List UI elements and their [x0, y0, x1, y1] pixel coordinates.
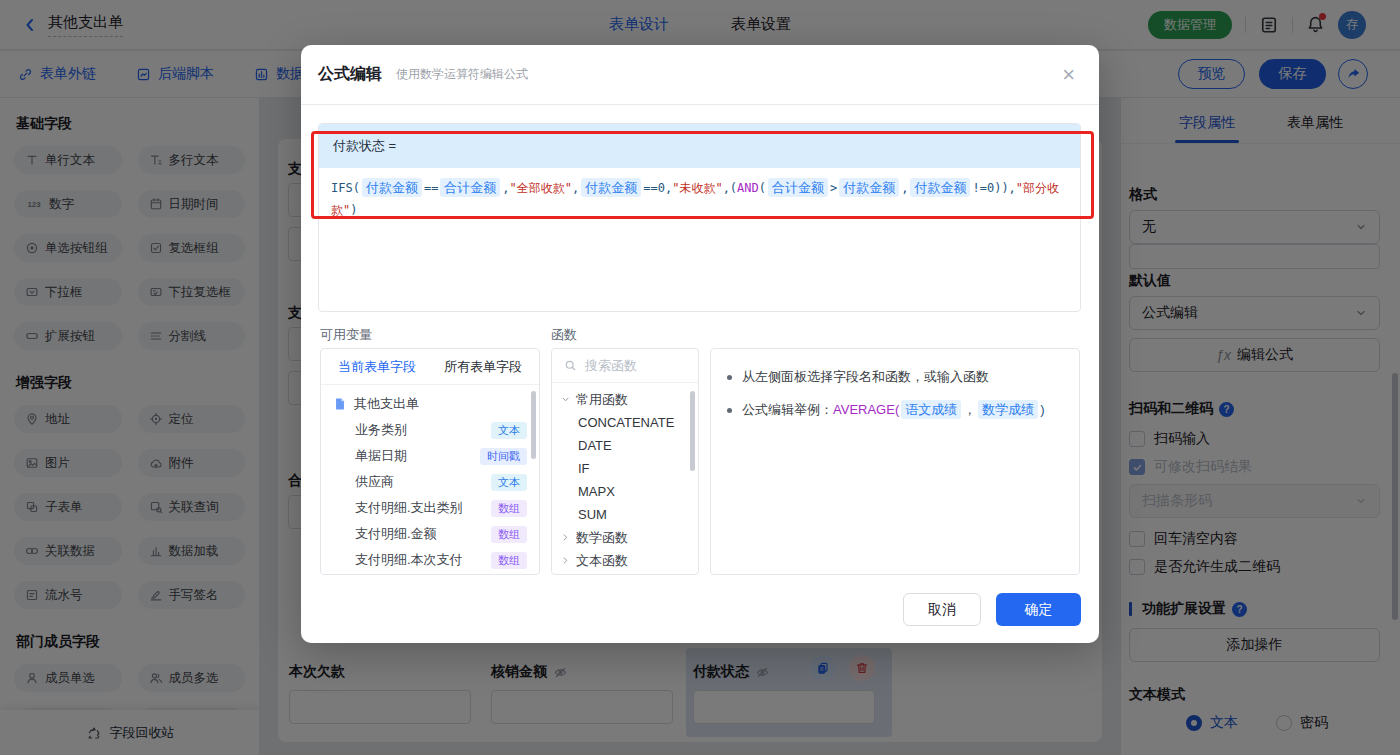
field-token[interactable]: 付款金额	[362, 178, 422, 197]
field-token[interactable]: 付款金额	[910, 178, 970, 197]
function-group[interactable]: 文本函数	[552, 549, 698, 572]
modal-title: 公式编辑	[318, 64, 382, 85]
field-token[interactable]: 合计金额	[768, 178, 828, 197]
tree-item[interactable]: 支付明细.金额数组	[321, 521, 539, 547]
formula-expression[interactable]: IFS(付款金额==合计金额,"全部收款",付款金额==0,"未收款",(AND…	[319, 168, 1080, 230]
variables-tab-0[interactable]: 当前表单字段	[338, 358, 416, 376]
close-icon[interactable]: ×	[1062, 64, 1075, 86]
functions-label: 函数	[551, 326, 577, 344]
function-group[interactable]: 常用函数	[552, 388, 698, 411]
tree-item[interactable]: 业务类别文本	[321, 417, 539, 443]
type-tag: 数组	[491, 552, 527, 569]
function-item[interactable]: CONCATENATE	[552, 411, 698, 434]
tree-item[interactable]: 单据日期时间戳	[321, 443, 539, 469]
tree-item[interactable]: 支付明细.支出类别数组	[321, 495, 539, 521]
variables-tab-1[interactable]: 所有表单字段	[444, 358, 522, 376]
tip-line: 从左侧面板选择字段名和函数，或输入函数	[727, 367, 1063, 387]
formula-edit-modal: 公式编辑 使用数学运算符编辑公式 × 付款状态 = IFS(付款金额==合计金额…	[301, 45, 1099, 643]
tip-example-line: 公式编辑举例：AVERAGE(语文成绩，数学成绩)	[727, 400, 1063, 420]
search-placeholder: 搜索函数	[585, 357, 637, 375]
chevron-right-icon	[560, 555, 571, 566]
tree-item[interactable]: 支付明细.本次支付数组	[321, 547, 539, 573]
type-tag: 文本	[491, 422, 527, 439]
function-item[interactable]: IF	[552, 457, 698, 480]
formula-editor[interactable]: 付款状态 = IFS(付款金额==合计金额,"全部收款",付款金额==0,"未收…	[318, 123, 1081, 312]
type-tag: 数组	[491, 500, 527, 517]
variables-panel: 当前表单字段所有表单字段 其他支出单业务类别文本单据日期时间戳供应商文本支付明细…	[320, 348, 540, 575]
tree-item[interactable]: 供应商文本	[321, 469, 539, 495]
variables-label: 可用变量	[320, 326, 372, 344]
function-search[interactable]: 搜索函数	[552, 349, 698, 383]
field-token[interactable]: 付款金额	[839, 178, 899, 197]
type-tag: 数组	[491, 526, 527, 543]
cancel-button[interactable]: 取消	[903, 593, 981, 626]
search-icon	[564, 359, 577, 372]
function-item[interactable]: SUM	[552, 503, 698, 526]
field-token[interactable]: 合计金额	[440, 178, 500, 197]
chevron-right-icon	[560, 532, 571, 543]
modal-subtitle: 使用数学运算符编辑公式	[396, 66, 528, 83]
type-tag: 时间戳	[480, 448, 527, 465]
tips-panel: 从左侧面板选择字段名和函数，或输入函数 公式编辑举例：AVERAGE(语文成绩，…	[710, 348, 1080, 575]
variables-scrollbar[interactable]	[531, 391, 536, 459]
tree-root[interactable]: 其他支出单	[321, 391, 539, 417]
formula-target-line: 付款状态 =	[319, 124, 1080, 168]
confirm-button[interactable]: 确定	[996, 593, 1081, 626]
function-item[interactable]: MAPX	[552, 480, 698, 503]
type-tag: 文本	[491, 474, 527, 491]
functions-panel: 搜索函数 常用函数CONCATENATEDATEIFMAPXSUM数学函数文本函…	[551, 348, 699, 575]
functions-scrollbar[interactable]	[690, 391, 695, 471]
file-icon	[333, 397, 347, 411]
chevron-down-icon	[560, 394, 571, 405]
function-item[interactable]: DATE	[552, 434, 698, 457]
field-token[interactable]: 付款金额	[581, 178, 641, 197]
function-group[interactable]: 数学函数	[552, 526, 698, 549]
